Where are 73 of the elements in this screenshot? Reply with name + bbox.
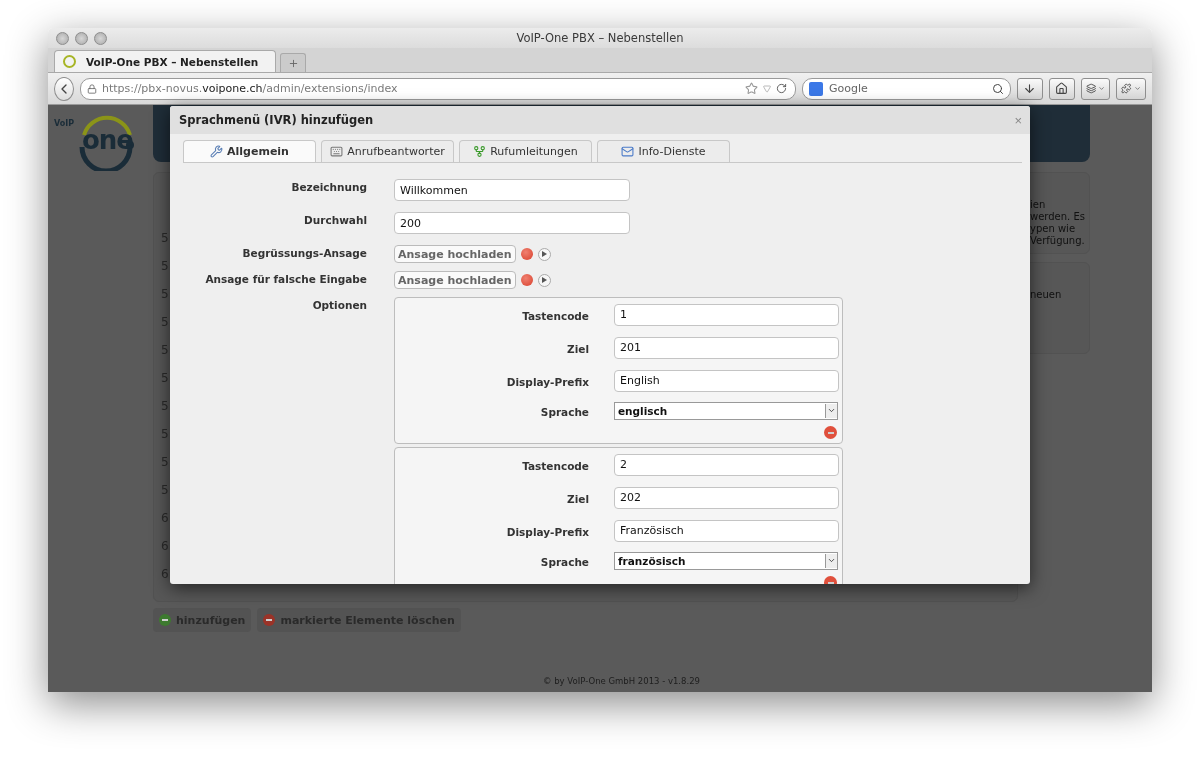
text-field[interactable]: 2: [614, 453, 839, 476]
window-title: VoIP-One PBX – Nebenstellen: [515, 31, 685, 45]
info-text: neuen: [1030, 289, 1063, 301]
upload-button[interactable]: Ansage hochladen: [394, 271, 516, 289]
dialog-tab[interactable]: Allgemein: [183, 140, 316, 162]
info-text: Verfügung.: [1030, 235, 1086, 247]
lock-icon: [86, 83, 97, 94]
dialog-tab[interactable]: Info-Dienste: [597, 140, 730, 162]
reload-icon[interactable]: [775, 83, 787, 94]
info-text: werden. Es: [1030, 211, 1086, 223]
record-icon[interactable]: [520, 248, 533, 260]
language-select[interactable]: englisch: [614, 401, 838, 420]
search-field[interactable]: Google: [801, 77, 1011, 100]
play-button[interactable]: [537, 273, 551, 287]
caret-icon: [1098, 84, 1106, 93]
dialog-tab[interactable]: Anrufbeantworter: [321, 140, 454, 162]
play-icon: [541, 277, 547, 283]
field-label: Optionen: [311, 298, 367, 311]
download-icon: [1023, 82, 1037, 95]
home-icon: [1055, 82, 1069, 95]
favicon-icon: [63, 55, 76, 68]
remove-icon[interactable]: [824, 426, 837, 439]
field-label: Begrüssungs-Ansage: [241, 246, 367, 259]
dialog-tab[interactable]: Rufumleitungen: [459, 140, 592, 162]
dialog-title: Sprachmenü (IVR) hinzufügen: [179, 113, 374, 127]
address-field[interactable]: https://pbx-novus.voipone.ch/admin/extensions/index: [79, 77, 796, 100]
field-label: Ziel: [566, 491, 589, 505]
record-icon[interactable]: [520, 274, 533, 286]
search-icon[interactable]: [991, 82, 1004, 95]
text-field[interactable]: 201: [614, 336, 839, 359]
field-label: Ansage für falsche Eingabe: [204, 272, 367, 285]
home-button[interactable]: [1048, 77, 1075, 100]
plus-icon: [287, 57, 299, 69]
puzzle-icon: [1121, 82, 1132, 95]
caret-icon: [1133, 84, 1141, 93]
upload-button[interactable]: Ansage hochladen: [394, 245, 516, 263]
zoom-light[interactable]: [94, 31, 107, 45]
info-text: ien: [1030, 199, 1047, 211]
text-field[interactable]: Französisch: [614, 519, 839, 542]
text-field[interactable]: 1: [614, 303, 839, 326]
field-label: Bezeichnung: [290, 180, 367, 193]
download-button[interactable]: [1016, 77, 1043, 100]
field-label: Display-Prefix: [505, 374, 589, 388]
keyboard-icon: [330, 145, 344, 158]
language-select[interactable]: französisch: [614, 551, 838, 570]
info-text: ypen wie: [1030, 223, 1077, 235]
field-label: Sprache: [539, 554, 589, 568]
text-field[interactable]: English: [614, 369, 839, 392]
field-label: Display-Prefix: [505, 524, 589, 538]
addons-button[interactable]: [1116, 77, 1146, 100]
mail-icon: [621, 145, 635, 158]
field-label: Tastencode: [521, 308, 589, 322]
text-field[interactable]: 202: [614, 486, 839, 509]
play-button[interactable]: [537, 247, 551, 261]
play-icon: [541, 251, 547, 257]
field-label: Tastencode: [521, 458, 589, 472]
close-light[interactable]: [56, 31, 69, 45]
minimize-light[interactable]: [75, 31, 88, 45]
back-button[interactable]: [54, 76, 74, 101]
field-label: Sprache: [539, 404, 589, 418]
layers-icon: [1085, 82, 1097, 95]
text-field[interactable]: Willkommen: [394, 179, 630, 201]
new-tab-button[interactable]: [280, 53, 306, 72]
dropdown-icon: [827, 556, 836, 565]
wrench-icon: [210, 145, 224, 158]
fork-icon: [473, 145, 487, 158]
tab-groups-button[interactable]: [1080, 77, 1111, 100]
star-icon[interactable]: [744, 82, 758, 95]
field-label: Ziel: [566, 341, 589, 355]
text-field[interactable]: 200: [394, 212, 630, 234]
browser-tab[interactable]: VoIP-One PBX – Nebenstellen: [54, 50, 276, 72]
field-label: Durchwahl: [303, 213, 367, 226]
dropdown-icon: [827, 406, 836, 415]
